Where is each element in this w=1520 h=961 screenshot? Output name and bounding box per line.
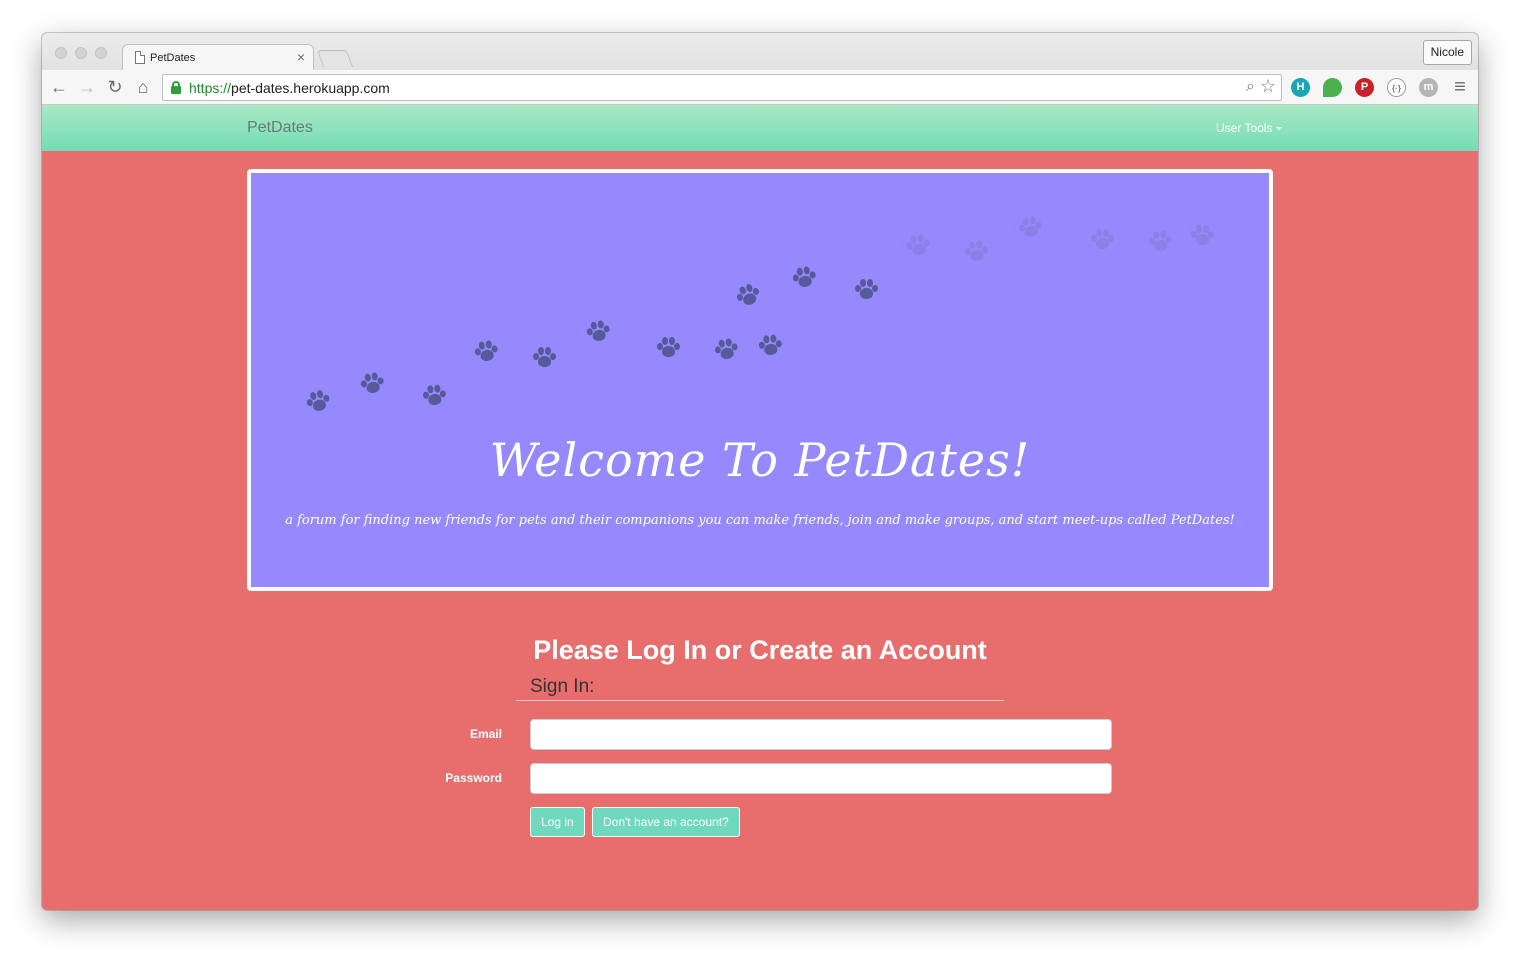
paw-print-icon bbox=[713, 337, 739, 362]
menu-icon[interactable]: ≡ bbox=[1448, 75, 1472, 99]
paw-print-icon bbox=[964, 240, 989, 264]
new-tab-button[interactable] bbox=[316, 50, 354, 67]
back-icon[interactable]: ← bbox=[47, 75, 71, 99]
evernote-icon[interactable] bbox=[1323, 78, 1342, 97]
home-icon[interactable]: ⌂ bbox=[131, 75, 155, 99]
paw-print-icon bbox=[1091, 229, 1114, 251]
user-tools-dropdown[interactable]: User Tools bbox=[1216, 121, 1283, 135]
paw-print-icon bbox=[905, 233, 931, 258]
browser-toolbar: ← → ↻ ⌂ https://pet-dates.herokuapp.com … bbox=[42, 70, 1478, 105]
paw-print-icon bbox=[533, 347, 556, 369]
email-field[interactable] bbox=[530, 719, 1112, 750]
tab-title: PetDates bbox=[150, 52, 196, 64]
minimize-window-icon[interactable] bbox=[75, 47, 87, 59]
code-icon[interactable]: {·} bbox=[1387, 78, 1406, 97]
forward-icon[interactable]: → bbox=[75, 75, 99, 99]
site-navbar: PetDates User Tools bbox=[42, 105, 1478, 151]
hero-banner: Welcome To PetDates! a forum for finding… bbox=[247, 169, 1273, 591]
url-scheme: https:// bbox=[189, 80, 232, 96]
paw-print-icon bbox=[305, 389, 332, 416]
user-tools-label: User Tools bbox=[1216, 121, 1273, 135]
hero-tagline: a forum for finding new friends for pets… bbox=[285, 513, 1235, 528]
m-icon[interactable]: m bbox=[1419, 78, 1438, 97]
paw-print-icon bbox=[758, 334, 783, 358]
url-text[interactable]: https://pet-dates.herokuapp.com bbox=[189, 80, 390, 96]
hootsuite-icon[interactable]: H bbox=[1291, 78, 1310, 97]
paw-print-icon bbox=[791, 265, 817, 290]
login-button[interactable]: Log in bbox=[530, 807, 585, 837]
paw-print-icon bbox=[1017, 215, 1043, 240]
zoom-icon[interactable]: ⌕ bbox=[1246, 78, 1255, 96]
hero-title: Welcome To PetDates! bbox=[489, 433, 1031, 487]
url-host: pet-dates.herokuapp.com bbox=[231, 80, 390, 96]
maximize-window-icon[interactable] bbox=[95, 47, 107, 59]
paw-print-icon bbox=[473, 339, 499, 364]
pinterest-icon[interactable]: P bbox=[1355, 78, 1374, 97]
paw-print-icon bbox=[1148, 230, 1173, 254]
reload-icon[interactable]: ↻ bbox=[103, 75, 127, 99]
password-field[interactable] bbox=[530, 763, 1112, 794]
paw-print-icon bbox=[1191, 225, 1214, 247]
paw-print-icon bbox=[359, 371, 385, 396]
tab-close-icon[interactable]: × bbox=[297, 49, 305, 65]
bookmark-star-icon[interactable]: ☆ bbox=[1260, 76, 1276, 97]
close-window-icon[interactable] bbox=[55, 47, 67, 59]
password-label: Password bbox=[445, 771, 502, 785]
login-heading: Please Log In or Create an Account bbox=[533, 635, 987, 665]
document-icon bbox=[135, 51, 145, 64]
brand-link[interactable]: PetDates bbox=[247, 119, 313, 137]
create-account-button[interactable]: Don't have an account? bbox=[592, 807, 740, 837]
paw-print-icon bbox=[422, 384, 447, 408]
email-label: Email bbox=[469, 727, 502, 741]
paw-print-icon bbox=[585, 319, 611, 344]
tab-strip: PetDates × Nicole bbox=[42, 33, 1478, 71]
address-bar[interactable]: https://pet-dates.herokuapp.com ⌕ ☆ bbox=[162, 74, 1282, 101]
browser-window: PetDates × Nicole ← → ↻ ⌂ https://pet-da… bbox=[42, 33, 1478, 910]
paw-print-icon bbox=[657, 337, 680, 359]
paw-print-icon bbox=[734, 282, 762, 310]
lock-icon bbox=[171, 81, 181, 94]
paw-print-icon bbox=[855, 279, 878, 301]
profile-button[interactable]: Nicole bbox=[1422, 40, 1472, 65]
sign-in-legend: Sign In: bbox=[516, 676, 1004, 701]
caret-down-icon bbox=[1276, 127, 1283, 131]
browser-tab[interactable]: PetDates × bbox=[122, 44, 314, 71]
